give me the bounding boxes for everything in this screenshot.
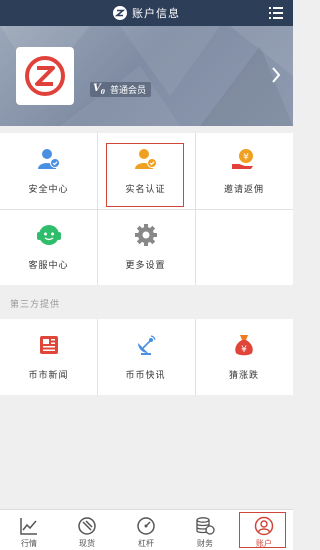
- satellite-dish-icon: [137, 335, 156, 355]
- tab-label: 财务: [197, 539, 213, 548]
- menu-label: 更多设置: [125, 261, 166, 271]
- vip-icon: V0: [93, 83, 105, 96]
- member-level-label: 普通会员: [109, 86, 146, 96]
- menu-label: 邀请返佣: [223, 185, 264, 195]
- svg-text:¥: ¥: [243, 153, 249, 163]
- avatar[interactable]: [16, 47, 74, 105]
- third-party-coin-flash[interactable]: 币币快讯: [97, 319, 194, 395]
- customer-service-icon: [36, 225, 61, 245]
- menu-label: 猜涨跌: [228, 371, 259, 381]
- menu-label: 币市新闻: [28, 371, 69, 381]
- menu-label: 币币快讯: [125, 371, 166, 381]
- third-party-section-title: 第三方提供: [10, 300, 61, 310]
- menu-label: 安全中心: [28, 185, 69, 195]
- tab-market[interactable]: 行情: [0, 510, 58, 550]
- tab-finance[interactable]: 财务: [176, 510, 234, 550]
- menu-more-settings[interactable]: 更多设置: [97, 209, 194, 285]
- svg-text:¥: ¥: [241, 345, 247, 355]
- coins-icon: [196, 517, 215, 535]
- gauge-icon: [137, 517, 155, 535]
- third-party-guess-rise-fall[interactable]: ¥ 猜涨跌: [195, 319, 293, 395]
- menu-security-center[interactable]: 安全中心: [0, 133, 97, 209]
- third-party-coin-news[interactable]: 币市新闻: [0, 319, 97, 395]
- tab-label: 行情: [21, 539, 37, 548]
- money-bag-icon: ¥: [235, 335, 253, 356]
- menu-label: 客服中心: [28, 261, 69, 271]
- newspaper-icon: [39, 336, 58, 354]
- security-user-icon: [37, 149, 60, 169]
- menu-icon[interactable]: [269, 7, 283, 19]
- top-bar: 账户信息: [0, 0, 293, 26]
- highlight-box: [106, 143, 184, 207]
- menu-invite-commission[interactable]: ¥ 邀请返佣: [195, 133, 293, 209]
- highlight-box: [239, 512, 286, 548]
- tab-label: 现货: [79, 539, 95, 548]
- spot-icon: [78, 517, 96, 535]
- tab-leverage[interactable]: 杠杆: [117, 510, 175, 550]
- member-level-badge: V0 普通会员: [90, 82, 151, 97]
- profile-banner[interactable]: V0 普通会员: [0, 26, 293, 126]
- title-wrap: 账户信息: [113, 5, 180, 21]
- page-title: 账户信息: [132, 7, 180, 20]
- chart-line-icon: [20, 518, 37, 535]
- zb-logo-icon: [113, 6, 127, 20]
- tab-label: 杠杆: [138, 539, 154, 548]
- invite-commission-icon: ¥: [232, 149, 253, 169]
- gear-icon: [134, 224, 157, 246]
- third-party-grid: 币市新闻 币币快讯 ¥ 猜涨跌: [0, 319, 293, 395]
- menu-customer-service[interactable]: 客服中心: [0, 209, 97, 285]
- tab-spot[interactable]: 现货: [58, 510, 116, 550]
- chevron-right-icon[interactable]: [271, 66, 281, 84]
- zb-logo-icon: [25, 56, 65, 96]
